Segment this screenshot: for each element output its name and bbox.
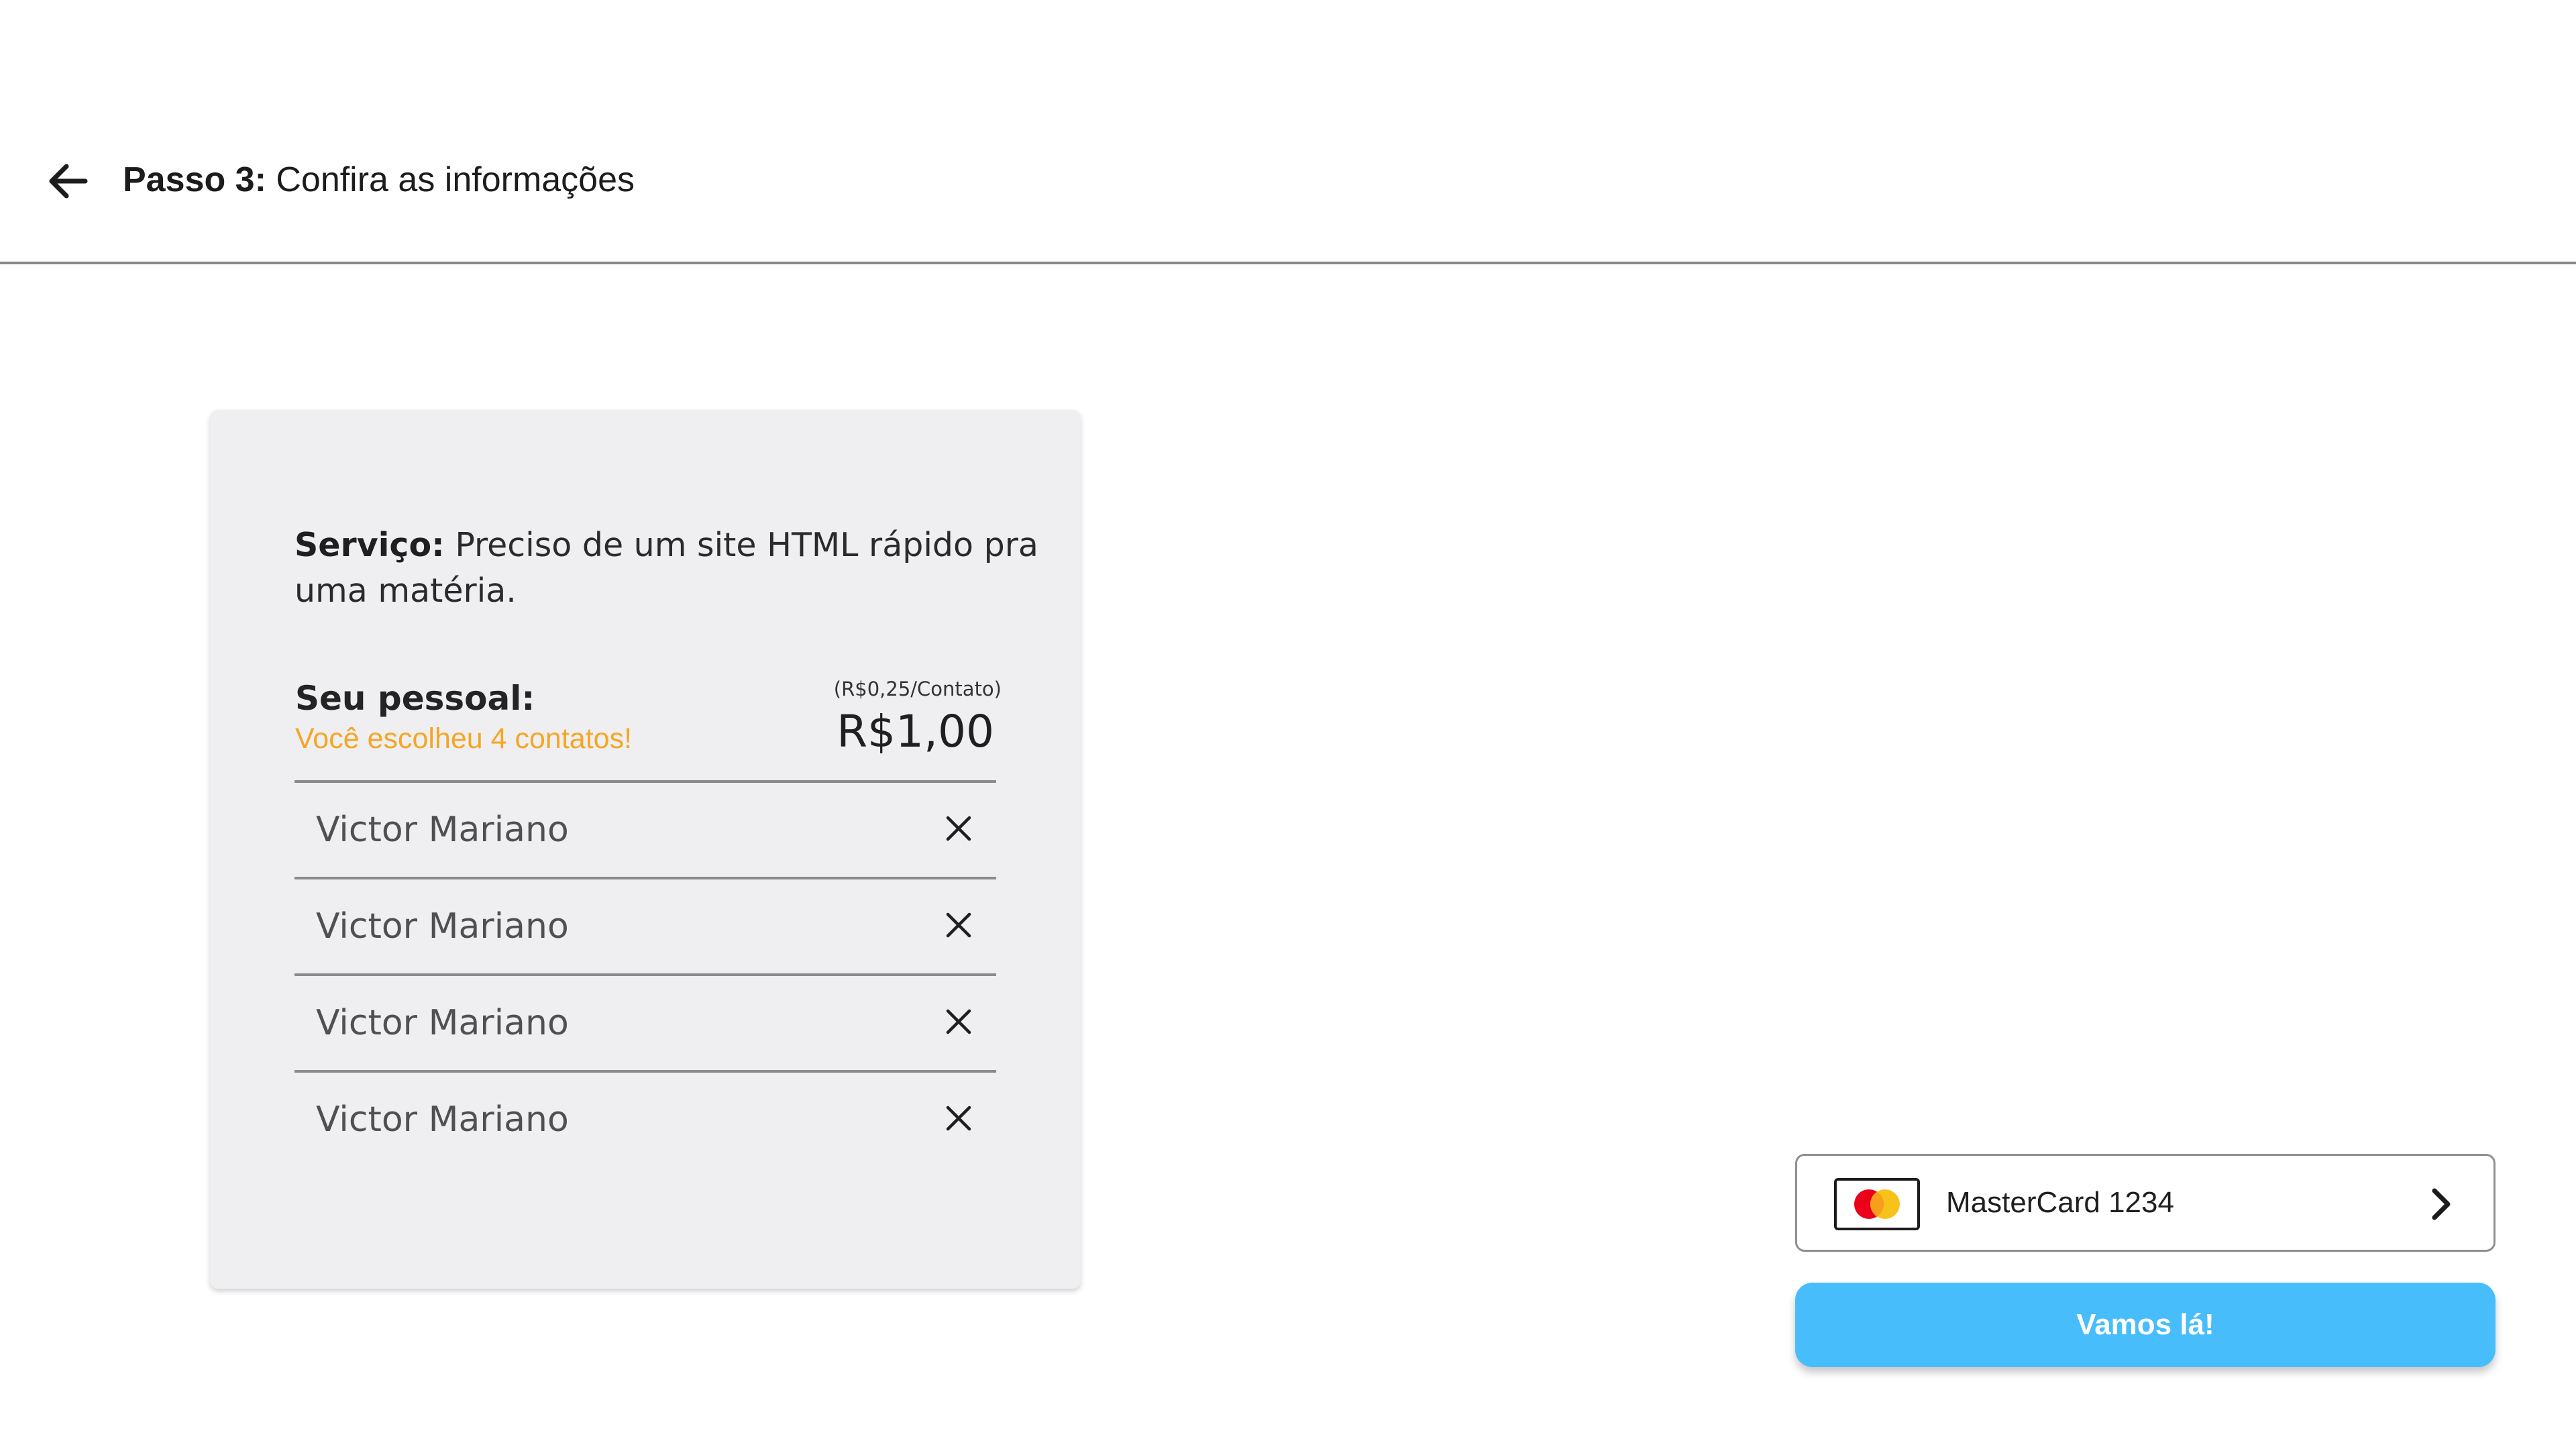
chevron-right-icon xyxy=(2428,1185,2455,1223)
close-icon xyxy=(946,912,971,938)
contact-item: Victor Mariano xyxy=(294,1070,996,1167)
contact-name: Victor Mariano xyxy=(316,810,569,850)
staff-label: Seu pessoal: xyxy=(295,679,535,718)
contact-item: Victor Mariano xyxy=(294,780,996,877)
contact-item: Victor Mariano xyxy=(294,973,996,1070)
contact-name: Victor Mariano xyxy=(316,1099,569,1140)
contact-list: Victor Mariano Victor Mariano Victor Mar… xyxy=(294,780,996,1167)
contacts-count-note: Você escolheu 4 contatos! xyxy=(295,722,633,755)
total-price: R$1,00 xyxy=(837,706,994,757)
close-icon xyxy=(946,816,971,841)
confirm-button[interactable]: Vamos lá! xyxy=(1795,1283,2496,1367)
back-button[interactable] xyxy=(44,160,91,203)
payment-method-selector[interactable]: MasterCard 1234 xyxy=(1795,1154,2496,1252)
page-title: Passo 3: Confira as informações xyxy=(123,158,635,201)
price-per-contact: (R$0,25/Contato) xyxy=(833,678,1002,700)
contact-name: Victor Mariano xyxy=(316,906,569,947)
close-icon xyxy=(946,1106,971,1131)
contact-name: Victor Mariano xyxy=(316,1003,569,1043)
step-number: Passo 3: xyxy=(123,160,266,199)
step-title: Confira as informações xyxy=(276,160,635,199)
remove-contact-button[interactable] xyxy=(944,910,973,940)
remove-contact-button[interactable] xyxy=(944,1007,973,1036)
summary-card: Serviço: Preciso de um site HTML rápido … xyxy=(210,410,1081,1289)
service-description: Serviço: Preciso de um site HTML rápido … xyxy=(294,523,1053,614)
arrow-left-icon xyxy=(49,164,88,199)
close-icon xyxy=(946,1009,971,1034)
page: Passo 3: Confira as informações Serviço:… xyxy=(0,0,2576,1449)
payment-method-label: MasterCard 1234 xyxy=(1946,1186,2174,1219)
remove-contact-button[interactable] xyxy=(944,1104,973,1133)
service-label: Serviço: xyxy=(294,526,445,564)
remove-contact-button[interactable] xyxy=(944,814,973,843)
top-bar: Passo 3: Confira as informações xyxy=(0,0,2576,264)
contact-item: Victor Mariano xyxy=(294,877,996,973)
mastercard-icon xyxy=(1834,1178,1920,1230)
